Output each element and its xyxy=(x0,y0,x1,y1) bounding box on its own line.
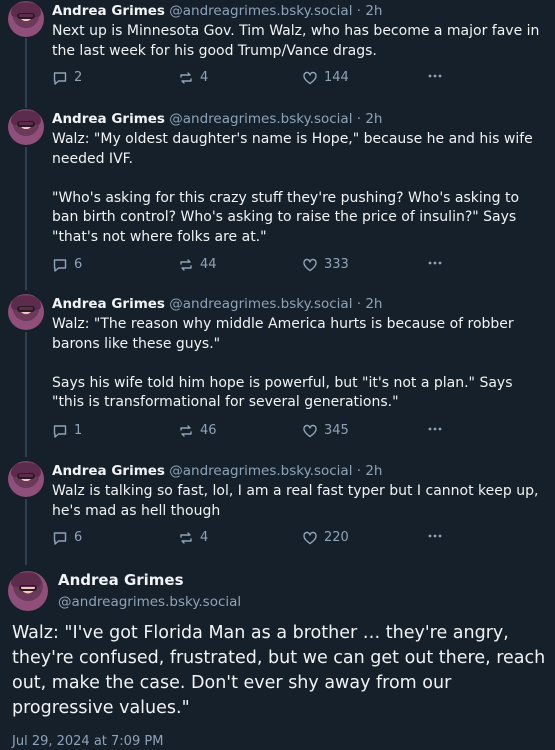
author-name[interactable]: Andrea Grimes xyxy=(52,296,165,312)
reply-button[interactable]: 2 xyxy=(52,68,82,88)
repost-count: 44 xyxy=(200,257,217,272)
author-name[interactable]: Andrea Grimes xyxy=(52,463,165,479)
post-time[interactable]: 2h xyxy=(365,463,382,479)
author-handle[interactable]: @andreagrimes.bsky.social xyxy=(169,3,352,19)
post-actions: 2 4 144 xyxy=(52,68,452,88)
thread-line xyxy=(25,147,27,290)
author-name[interactable]: Andrea Grimes xyxy=(52,3,165,19)
post-text: Walz: "The reason why middle America hur… xyxy=(52,316,514,410)
author-handle[interactable]: @andreagrimes.bsky.social xyxy=(58,592,241,612)
repost-button[interactable]: 44 xyxy=(178,255,217,275)
author-name[interactable]: Andrea Grimes xyxy=(52,111,165,127)
speech-bubble-icon xyxy=(53,72,67,85)
more-options-button[interactable] xyxy=(427,68,443,84)
author-handle[interactable]: @andreagrimes.bsky.social xyxy=(169,463,352,479)
heart-icon xyxy=(303,424,317,438)
post-actions: 6 44 333 xyxy=(52,255,452,275)
heart-icon xyxy=(303,71,317,85)
reply-button[interactable]: 1 xyxy=(52,421,82,441)
avatar[interactable] xyxy=(8,1,44,37)
repost-count: 46 xyxy=(200,423,217,438)
avatar[interactable] xyxy=(8,461,44,497)
like-count: 345 xyxy=(324,423,349,438)
post-text: Walz is talking so fast, lol, I am a rea… xyxy=(52,483,543,519)
ellipsis-icon xyxy=(428,427,442,431)
ellipsis-icon xyxy=(428,261,442,265)
repost-count: 4 xyxy=(200,70,209,85)
reply-count: 6 xyxy=(74,257,83,272)
author-name[interactable]: Andrea Grimes xyxy=(58,570,241,590)
repost-arrows-icon xyxy=(180,72,192,84)
reply-button[interactable]: 6 xyxy=(52,255,82,275)
thread-line xyxy=(25,332,27,457)
post-time[interactable]: 2h xyxy=(365,296,382,312)
more-options-button[interactable] xyxy=(427,255,443,271)
repost-arrows-icon xyxy=(180,425,192,437)
post-text: Next up is Minnesota Gov. Tim Walz, who … xyxy=(52,23,544,59)
like-button[interactable]: 345 xyxy=(302,421,349,441)
like-button[interactable]: 333 xyxy=(302,255,349,275)
like-button[interactable]: 220 xyxy=(302,528,349,548)
repost-button[interactable]: 4 xyxy=(178,68,208,88)
author-handle[interactable]: @andreagrimes.bsky.social xyxy=(169,296,352,312)
reply-count: 1 xyxy=(74,423,83,438)
post-actions: 1 46 345 xyxy=(52,421,452,441)
repost-button[interactable]: 46 xyxy=(178,421,217,441)
speech-bubble-icon xyxy=(53,532,67,545)
speech-bubble-icon xyxy=(53,425,67,438)
more-options-button[interactable] xyxy=(427,528,443,544)
reply-count: 6 xyxy=(74,530,83,545)
like-count: 220 xyxy=(324,530,349,545)
avatar[interactable] xyxy=(8,571,48,611)
repost-arrows-icon xyxy=(180,532,192,544)
repost-count: 4 xyxy=(200,530,209,545)
like-count: 333 xyxy=(324,257,349,272)
ellipsis-icon xyxy=(428,74,442,78)
more-options-button[interactable] xyxy=(427,421,443,437)
thread-line xyxy=(25,38,27,108)
thread-line xyxy=(25,499,27,565)
heart-icon xyxy=(303,531,317,545)
post-text: Walz: "I've got Florida Man as a brother… xyxy=(12,623,551,718)
post-timestamp[interactable]: Jul 29, 2024 at 7:09 PM xyxy=(12,733,163,750)
ellipsis-icon xyxy=(428,534,442,538)
post-actions: 6 4 220 xyxy=(52,528,452,548)
like-count: 144 xyxy=(324,70,349,85)
avatar[interactable] xyxy=(8,109,44,145)
repost-button[interactable]: 4 xyxy=(178,528,208,548)
like-button[interactable]: 144 xyxy=(302,68,349,88)
avatar[interactable] xyxy=(8,294,44,330)
post-time[interactable]: 2h xyxy=(365,111,382,127)
repost-arrows-icon xyxy=(180,259,192,271)
author-handle[interactable]: @andreagrimes.bsky.social xyxy=(169,111,352,127)
post-text: Walz: "My oldest daughter's name is Hope… xyxy=(52,131,533,245)
post-time[interactable]: 2h xyxy=(365,3,382,19)
reply-count: 2 xyxy=(74,70,83,85)
speech-bubble-icon xyxy=(53,259,67,272)
reply-button[interactable]: 6 xyxy=(52,528,82,548)
heart-icon xyxy=(303,258,317,272)
